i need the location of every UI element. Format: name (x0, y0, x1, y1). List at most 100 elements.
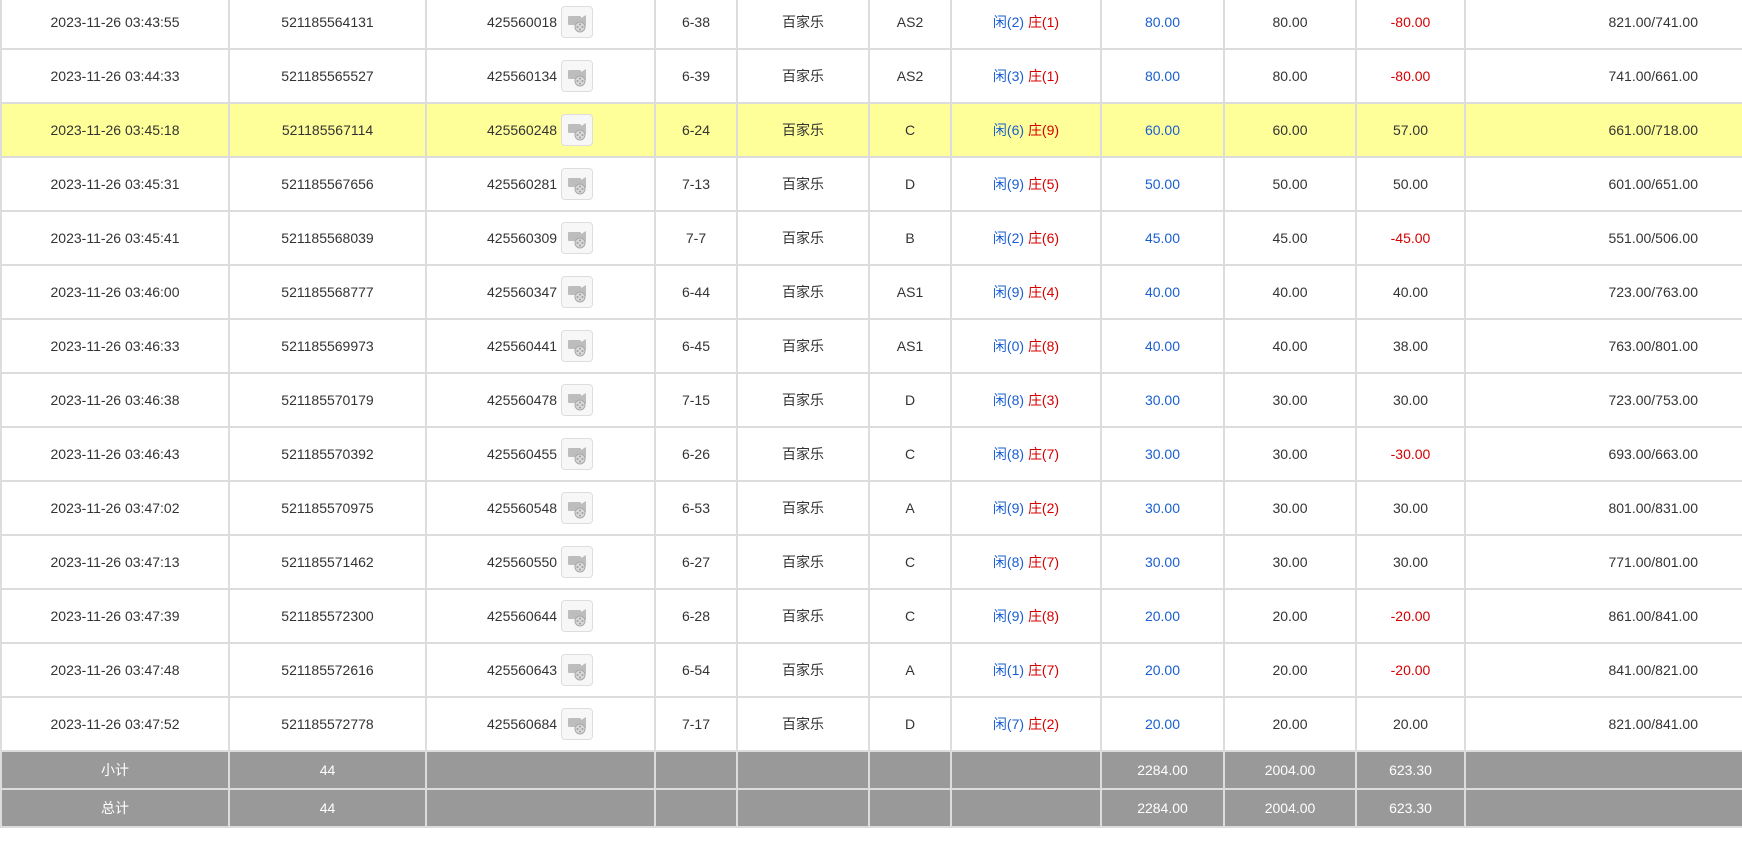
cell-win-loss-text: -80.00 (1390, 68, 1431, 84)
cell-win-loss: 20.00 (1355, 696, 1466, 752)
video-replay-button[interactable] (561, 654, 594, 686)
cell-bet-text: 50.00 (1144, 176, 1181, 192)
cell-valid-bet-text: 30.00 (1272, 554, 1308, 570)
cell-game: 百家乐 (736, 426, 870, 482)
video-replay-button[interactable] (561, 546, 594, 578)
cell-table-text: 6-53 (681, 500, 711, 516)
game-number: 425560281 (487, 176, 558, 192)
summary-empty (868, 750, 952, 790)
table-row: 2023-11-26 03:47:52 521185572778 425560684… (0, 696, 1742, 752)
result-player: 闲(1) (992, 662, 1025, 678)
cell-valid-bet-text: 80.00 (1272, 14, 1308, 30)
cell-game-no: 425560644 (425, 588, 656, 644)
cell-bet-text: 20.00 (1144, 608, 1181, 624)
result-player: 闲(3) (992, 68, 1025, 84)
cell-result: 闲(2) 庄(6) (950, 210, 1102, 266)
cell-bet-type-text: C (904, 608, 916, 624)
cell-table-text: 6-38 (681, 14, 711, 30)
cell-bet: 60.00 (1100, 102, 1225, 158)
video-replay-button[interactable] (561, 6, 594, 38)
cell-valid-bet-text: 40.00 (1272, 338, 1308, 354)
summary-empty (868, 788, 952, 828)
table-row: 2023-11-26 03:45:31 521185567656 425560281… (0, 156, 1742, 212)
table-row: 2023-11-26 03:47:02 521185570975 425560548… (0, 480, 1742, 536)
cell-time: 2023-11-26 03:47:52 (0, 696, 230, 752)
cell-valid-bet-text: 50.00 (1272, 176, 1308, 192)
video-replay-button[interactable] (561, 492, 594, 524)
video-replay-button[interactable] (561, 168, 594, 200)
video-replay-button[interactable] (561, 384, 594, 416)
cell-game-text: 百家乐 (782, 716, 824, 732)
cell-result: 闲(3) 庄(1) (950, 48, 1102, 104)
cell-bet-type-text: AS2 (896, 68, 924, 84)
result-banker: 庄(4) (1027, 284, 1060, 300)
cell-result: 闲(9) 庄(4) (950, 264, 1102, 320)
cell-order-id: 521185570392 (228, 426, 427, 482)
cell-valid-bet-text: 80.00 (1272, 68, 1308, 84)
cell-game-no: 425560550 (425, 534, 656, 590)
cell-time-text: 2023-11-26 03:45:18 (50, 122, 180, 138)
cell-time: 2023-11-26 03:47:39 (0, 588, 230, 644)
video-replay-button[interactable] (561, 438, 594, 470)
cell-valid-bet: 30.00 (1223, 372, 1357, 428)
summary-valid-bet: 2004.00 (1223, 788, 1357, 828)
result-player: 闲(0) (992, 338, 1025, 354)
cell-result: 闲(9) 庄(5) (950, 156, 1102, 212)
cell-valid-bet-text: 30.00 (1272, 500, 1308, 516)
video-replay-button[interactable] (561, 276, 594, 308)
cell-game: 百家乐 (736, 102, 870, 158)
table-row: 2023-11-26 03:47:48 521185572616 425560643… (0, 642, 1742, 698)
cell-bet-text: 80.00 (1144, 14, 1181, 30)
cell-table: 6-38 (654, 0, 738, 50)
cell-bet-type-text: AS1 (896, 284, 924, 300)
cell-game-no: 425560309 (425, 210, 656, 266)
cell-result: 闲(8) 庄(7) (950, 534, 1102, 590)
cell-order-id: 521185572300 (228, 588, 427, 644)
cell-bet-type: C (868, 426, 952, 482)
video-replay-button[interactable] (561, 708, 594, 740)
video-replay-button[interactable] (561, 330, 594, 362)
cell-win-loss-text: 30.00 (1392, 554, 1429, 570)
cell-bet-type: A (868, 480, 952, 536)
cell-balance-text: 723.00/763.00 (1608, 284, 1698, 300)
cell-balance: 741.00/661.00 (1464, 48, 1742, 104)
cell-time: 2023-11-26 03:43:55 (0, 0, 230, 50)
cell-game: 百家乐 (736, 372, 870, 428)
cell-result: 闲(9) 庄(8) (950, 588, 1102, 644)
cell-bet-type-text: D (904, 392, 916, 408)
video-replay-button[interactable] (561, 600, 594, 632)
cell-table: 6-39 (654, 48, 738, 104)
cell-table-text: 6-27 (681, 554, 711, 570)
cell-time: 2023-11-26 03:45:18 (0, 102, 230, 158)
cell-bet-type-text: D (904, 716, 916, 732)
cell-table: 7-7 (654, 210, 738, 266)
cell-balance-text: 821.00/741.00 (1608, 14, 1698, 30)
cell-win-loss-text: 40.00 (1392, 284, 1429, 300)
cell-bet-text: 20.00 (1144, 716, 1181, 732)
cell-bet-type-text: C (904, 554, 916, 570)
result-banker: 庄(7) (1027, 554, 1060, 570)
video-replay-button[interactable] (561, 222, 594, 254)
cell-table: 6-26 (654, 426, 738, 482)
result-player: 闲(9) (992, 284, 1025, 300)
game-number: 425560309 (487, 230, 558, 246)
result-player: 闲(2) (992, 230, 1025, 246)
cell-bet-type-text: D (904, 176, 916, 192)
result-banker: 庄(7) (1027, 446, 1060, 462)
video-replay-button[interactable] (561, 60, 594, 92)
cell-bet-type: C (868, 534, 952, 590)
cell-valid-bet: 30.00 (1223, 534, 1357, 590)
cell-balance: 661.00/718.00 (1464, 102, 1742, 158)
cell-balance: 763.00/801.00 (1464, 318, 1742, 374)
cell-order-id-text: 521185570392 (281, 446, 374, 462)
cell-game-no: 425560281 (425, 156, 656, 212)
video-replay-button[interactable] (561, 114, 594, 146)
cell-table: 6-54 (654, 642, 738, 698)
result-player: 闲(7) (992, 716, 1025, 732)
summary-count: 44 (228, 788, 427, 828)
cell-bet-text: 30.00 (1144, 392, 1181, 408)
cell-table-text: 7-15 (681, 392, 711, 408)
cell-game-text: 百家乐 (782, 392, 824, 408)
cell-valid-bet-text: 40.00 (1272, 284, 1308, 300)
cell-result: 闲(0) 庄(8) (950, 318, 1102, 374)
